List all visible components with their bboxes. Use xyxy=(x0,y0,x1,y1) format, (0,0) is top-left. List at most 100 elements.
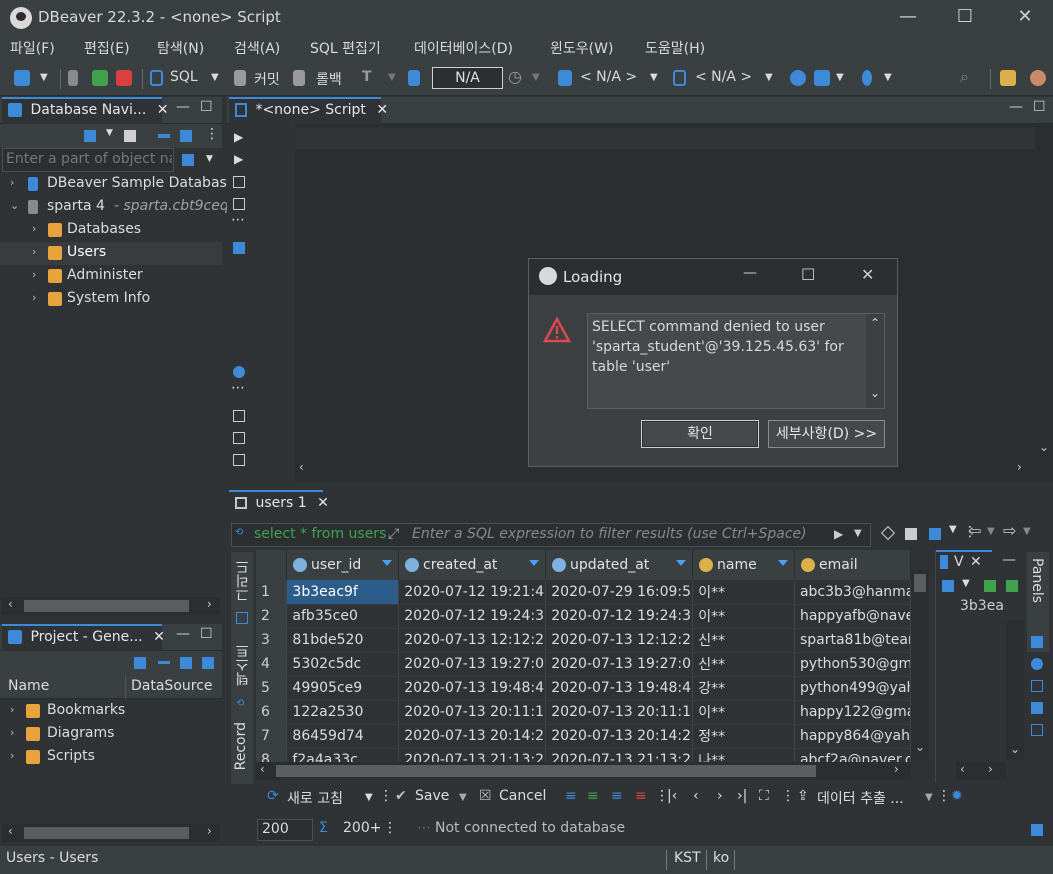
tab-project[interactable]: Project - Gene... ✕ xyxy=(2,624,165,651)
close-results-tab-icon[interactable]: ✕ xyxy=(317,495,329,511)
table-cell[interactable]: 2020-07-13 19:27:09 xyxy=(545,652,694,677)
cancel-x-icon[interactable]: ☒ xyxy=(479,788,492,804)
perspective-icon[interactable] xyxy=(1000,70,1016,86)
panel-preview-icon[interactable] xyxy=(1031,724,1043,736)
table-cell[interactable]: 2020-07-13 20:11:13 xyxy=(545,700,694,725)
table-row[interactable]: 1 3b3eac9f 2020-07-12 19:21:46 2020-07-29 1… xyxy=(256,580,911,605)
delete-row-icon[interactable]: ≡ xyxy=(635,788,647,804)
navigate-forward-icon[interactable]: ⇨ xyxy=(1003,521,1016,540)
project-horizontal-scrollbar[interactable]: ‹ › xyxy=(2,824,220,842)
project-link-icon[interactable] xyxy=(202,657,214,669)
table-cell[interactable]: 122a2530 xyxy=(286,700,400,725)
table-cell[interactable]: 49905ce9 xyxy=(286,676,400,701)
export-data-button[interactable]: 데이터 추출 ... xyxy=(817,788,904,808)
clear-filter-icon[interactable] xyxy=(880,525,896,541)
plug-icon[interactable] xyxy=(68,70,78,86)
tree-item-users[interactable]: › Users xyxy=(0,242,222,265)
load-script-icon[interactable] xyxy=(233,410,245,422)
fetch-all-icon[interactable]: ⛶ xyxy=(759,788,769,804)
table-cell[interactable]: happyafb@nave xyxy=(794,604,911,629)
close-project-icon[interactable]: ✕ xyxy=(153,629,165,645)
expand-icon[interactable]: › xyxy=(10,703,14,716)
editor-maximize-icon[interactable]: ☐ xyxy=(1033,99,1046,115)
schema-icon[interactable] xyxy=(673,70,686,86)
value-viewer-hscroll[interactable]: ‹ › xyxy=(956,762,1006,780)
save-check-icon[interactable]: ✔ xyxy=(395,788,407,804)
column-header-email[interactable]: email xyxy=(795,550,911,580)
column-header-user-id[interactable]: user_id xyxy=(287,550,399,580)
export-dropdown-icon[interactable]: ▼ xyxy=(925,792,933,803)
new-connection-dropdown-icon[interactable]: ▼ xyxy=(40,72,48,83)
menu-navigate[interactable]: 탐색(N) xyxy=(157,38,204,58)
funnel-icon[interactable] xyxy=(929,528,941,540)
results-settings-icon[interactable]: ✹ xyxy=(951,788,963,804)
sql-dropdown-icon[interactable]: ▼ xyxy=(211,72,219,83)
menu-file[interactable]: 파일(F) xyxy=(10,38,55,58)
search-tool-dropdown-icon[interactable]: ▼ xyxy=(884,72,892,83)
edit-row-icon[interactable]: ≡ xyxy=(565,788,577,804)
tree-item-databases[interactable]: › Databases xyxy=(0,219,222,242)
datasource-dropdown-icon[interactable]: ▼ xyxy=(650,72,658,83)
navigate-back-icon[interactable]: ⇦ xyxy=(968,521,981,540)
table-cell[interactable]: python530@gm xyxy=(794,652,911,677)
table-cell[interactable]: 강** xyxy=(692,676,795,701)
next-page-icon[interactable]: › xyxy=(717,788,723,804)
execute-in-new-tab-icon[interactable]: ▶ xyxy=(234,152,243,166)
value-viewer-scrollbar[interactable]: ⌄ xyxy=(1006,620,1024,760)
settings-icon[interactable] xyxy=(233,366,245,378)
table-cell[interactable]: 2020-07-12 19:21:46 xyxy=(398,580,547,605)
table-cell[interactable]: 이** xyxy=(692,604,795,629)
column-sort-icon[interactable] xyxy=(676,560,686,566)
table-cell[interactable]: 2020-07-13 20:14:23 xyxy=(545,724,694,749)
filter-settings-icon[interactable] xyxy=(905,528,917,540)
project-item-diagrams[interactable]: › Diagrams xyxy=(0,723,222,746)
expand-filter-icon[interactable]: ⤢ xyxy=(388,526,399,542)
error-message-box[interactable]: SELECT command denied to user 'sparta_st… xyxy=(587,313,885,409)
dbeaver-perspective-icon[interactable] xyxy=(1030,70,1046,86)
editor-minimize-icon[interactable]: — xyxy=(1009,99,1023,115)
execute-script-icon[interactable] xyxy=(233,176,245,188)
erd-dropdown-icon[interactable]: ▼ xyxy=(836,72,844,83)
close-navigator-icon[interactable]: ✕ xyxy=(157,102,169,118)
maximize-button[interactable]: ☐ xyxy=(950,4,980,30)
table-cell[interactable]: abc3b3@hanma xyxy=(794,580,911,605)
schema-dropdown-icon[interactable]: ▼ xyxy=(765,72,773,83)
rollback-button[interactable]: 롤백 xyxy=(316,69,342,89)
save-script-icon[interactable] xyxy=(233,432,245,444)
tab-text[interactable]: 텍스트 xyxy=(233,644,253,686)
connect-icon[interactable] xyxy=(92,70,108,86)
filter-input[interactable]: Enter a SQL expression to filter results… xyxy=(412,526,807,542)
sql-editor-icon[interactable] xyxy=(150,70,163,86)
table-cell[interactable]: 5302c5dc xyxy=(286,652,400,677)
fetch-size-input[interactable]: 200 xyxy=(257,819,313,841)
menu-database[interactable]: 데이터베이스(D) xyxy=(414,38,513,58)
table-row[interactable]: 7 86459d74 2020-07-13 20:14:23 2020-07-13 2… xyxy=(256,724,911,749)
refresh-dropdown-icon[interactable]: ▼ xyxy=(365,792,373,803)
tab-grid[interactable]: 그리드 xyxy=(233,560,253,602)
value-format-dropdown-icon[interactable]: ▼ xyxy=(962,578,970,589)
navigate-back-dropdown-icon[interactable]: ▼ xyxy=(987,526,995,537)
disconnect-icon[interactable] xyxy=(116,70,132,86)
export-icon[interactable]: ⇪ xyxy=(797,788,809,804)
datasource-icon[interactable] xyxy=(558,70,572,86)
close-value-viewer-icon[interactable]: ✕ xyxy=(970,554,982,570)
table-cell[interactable]: 2020-07-12 19:24:32 xyxy=(398,604,547,629)
save-dropdown-icon[interactable]: ▼ xyxy=(459,792,467,803)
project-configure-icon[interactable] xyxy=(180,657,192,669)
filter-history-icon[interactable]: ▼ xyxy=(854,528,862,539)
table-row[interactable]: 5 49905ce9 2020-07-13 19:48:46 2020-07-13 1… xyxy=(256,676,911,701)
selected-cell-value[interactable]: 3b3ea xyxy=(960,598,1004,614)
project-minimize-icon[interactable]: — xyxy=(176,626,190,642)
rollback-icon[interactable] xyxy=(293,70,305,86)
value-viewer-minimize-icon[interactable]: — xyxy=(1002,552,1016,568)
panel-references-icon[interactable] xyxy=(1031,702,1043,714)
panel-metadata-icon[interactable] xyxy=(1031,636,1043,648)
more-tools-icon[interactable]: ⋯ xyxy=(231,212,245,228)
refresh-icon[interactable]: ⟳ xyxy=(267,788,279,804)
more-options-icon[interactable]: ⋯ xyxy=(231,380,245,396)
search-tool-icon[interactable] xyxy=(862,70,872,86)
column-sort-icon[interactable] xyxy=(382,560,392,566)
apply-filter-icon[interactable]: ▶ xyxy=(834,527,843,541)
navigator-maximize-icon[interactable]: ☐ xyxy=(200,99,213,115)
terminal-icon[interactable] xyxy=(233,242,245,254)
